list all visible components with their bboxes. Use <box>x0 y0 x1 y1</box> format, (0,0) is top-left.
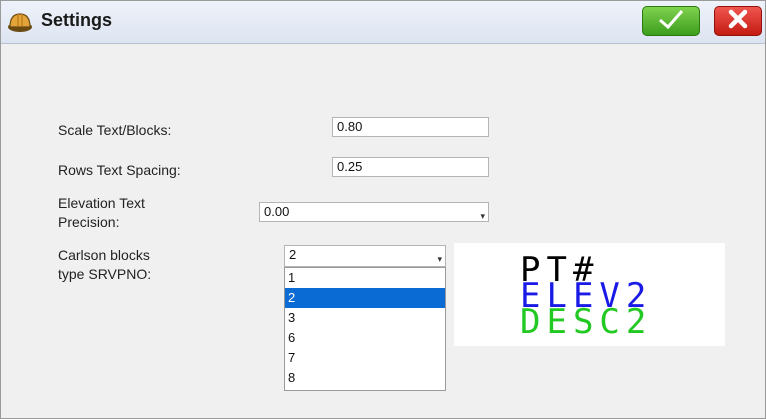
scale-label: Scale Text/Blocks: <box>58 122 172 138</box>
x-icon <box>727 8 749 35</box>
srvpno-option[interactable]: 6 <box>285 328 445 348</box>
srvpno-option[interactable]: 7 <box>285 348 445 368</box>
ok-button[interactable] <box>642 6 700 36</box>
preview-line-desc: DESC2 <box>520 302 653 342</box>
hard-hat-icon <box>7 10 33 36</box>
elev-precision-label-line1: Elevation Text <box>58 195 145 211</box>
settings-window: Settings Scale Text/Blocks: 0.80 Rows Te… <box>0 0 766 419</box>
srvpno-option-selected[interactable]: 2 <box>285 288 445 308</box>
dropdown-arrow-icon: ▾ <box>480 211 485 221</box>
rows-spacing-input[interactable]: 0.25 <box>332 157 489 177</box>
checkmark-icon <box>656 8 686 35</box>
elev-precision-value: 0.00 <box>264 204 290 219</box>
elev-precision-select[interactable]: 0.00 ▾ <box>259 202 489 222</box>
srvpno-option[interactable]: 3 <box>285 308 445 328</box>
block-preview: PT# ELEV2 DESC2 <box>454 243 725 346</box>
srvpno-value: 2 <box>289 247 297 262</box>
srvpno-dropdown-list: 1 2 3 6 7 8 <box>284 267 446 391</box>
window-title: Settings <box>41 10 113 30</box>
srvpno-select[interactable]: 2 ▾ <box>284 245 446 267</box>
dropdown-arrow-icon: ▾ <box>437 254 442 264</box>
title-bar: Settings <box>1 1 765 44</box>
srvpno-label-line1: Carlson blocks <box>58 247 150 263</box>
elev-precision-label-line2: Precision: <box>58 214 120 230</box>
rows-spacing-label: Rows Text Spacing: <box>58 162 181 178</box>
srvpno-label-line2: type SRVPNO: <box>58 266 152 282</box>
srvpno-option[interactable]: 1 <box>285 268 445 288</box>
close-button[interactable] <box>714 6 762 36</box>
scale-input[interactable]: 0.80 <box>332 117 489 137</box>
srvpno-option[interactable]: 8 <box>285 368 445 388</box>
